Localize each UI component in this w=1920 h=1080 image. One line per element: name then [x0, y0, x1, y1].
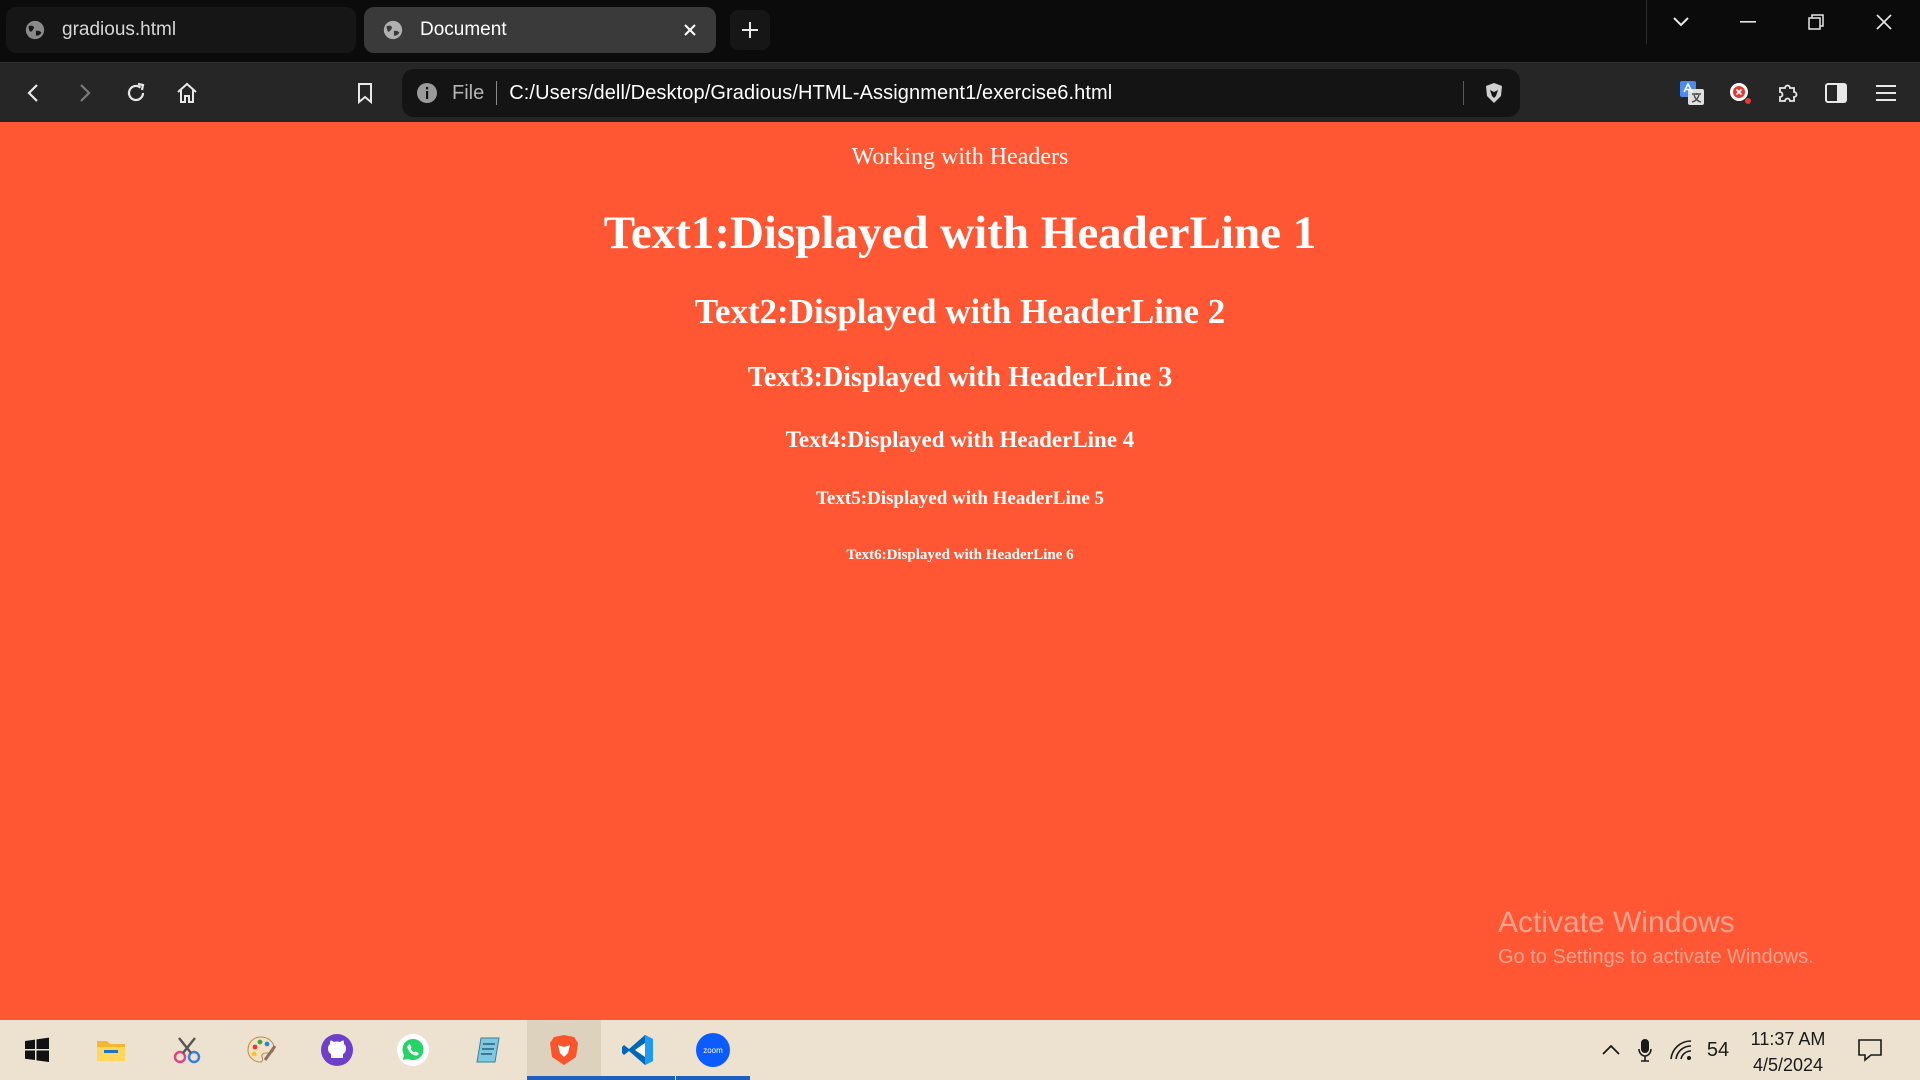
close-icon	[684, 24, 696, 36]
plus-icon	[742, 22, 758, 38]
home-button[interactable]	[169, 75, 205, 111]
extension-button[interactable]	[1722, 75, 1758, 111]
watermark-subtitle: Go to Settings to activate Windows.	[1498, 946, 1814, 968]
brave-lion-icon	[550, 1035, 578, 1065]
puzzle-icon	[1779, 84, 1798, 102]
github-icon	[321, 1034, 353, 1066]
translate-button[interactable]	[1674, 75, 1710, 111]
main-menu-button[interactable]	[1868, 75, 1904, 111]
network-indicator[interactable]	[1664, 1020, 1698, 1080]
minimize-icon	[1740, 21, 1756, 23]
minimize-button[interactable]	[1714, 0, 1782, 44]
heading-3: Text3:Displayed with HeaderLine 3	[747, 362, 1173, 393]
clock-time: 11:37 AM	[1750, 1029, 1826, 1049]
vscode-icon	[622, 1035, 653, 1065]
brave-shields-icon[interactable]	[1482, 81, 1506, 105]
browser-toolbar: File C:/Users/dell/Desktop/Gradious/HTML…	[0, 62, 1920, 122]
hamburger-menu-icon	[1876, 85, 1896, 101]
new-tab-button[interactable]	[730, 10, 770, 50]
heading-2: Text2:Displayed with HeaderLine 2	[694, 292, 1226, 331]
chevron-up-icon	[1602, 1045, 1620, 1055]
show-hidden-icons-button[interactable]	[1596, 1020, 1626, 1080]
taskbar-snipping-tool[interactable]	[150, 1020, 224, 1080]
sidebar-icon	[1825, 83, 1847, 103]
clock[interactable]: 11:37 AM 4/5/2024	[1738, 1026, 1838, 1078]
taskbar: zoom 54 11:37 AM 4/5/2024	[0, 1020, 1920, 1080]
wifi-icon	[1670, 1040, 1692, 1060]
close-icon	[1876, 14, 1892, 30]
microphone-indicator[interactable]	[1630, 1020, 1660, 1080]
home-icon	[177, 82, 197, 103]
folder-icon	[97, 1041, 125, 1061]
tab-search-button[interactable]	[1646, 0, 1714, 44]
restore-button[interactable]	[1782, 0, 1850, 44]
whatsapp-icon	[397, 1034, 429, 1066]
taskbar-paint[interactable]	[224, 1020, 298, 1080]
close-tab-button[interactable]	[678, 18, 702, 42]
url-text[interactable]: C:/Users/dell/Desktop/Gradious/HTML-Assi…	[509, 82, 1112, 105]
record-extension-icon	[1730, 83, 1751, 104]
globe-icon	[383, 20, 403, 40]
close-window-button[interactable]	[1850, 0, 1918, 44]
heading-5: Text5:Displayed with HeaderLine 5	[816, 488, 1104, 509]
heading-6: Text6:Displayed with HeaderLine 6	[846, 547, 1074, 563]
chevron-down-icon	[1672, 17, 1689, 27]
microphone-icon	[1638, 1039, 1652, 1062]
reload-icon	[127, 82, 145, 102]
windows-logo-icon	[25, 1037, 49, 1062]
forward-button[interactable]	[66, 75, 102, 111]
bookmark-icon	[358, 83, 372, 104]
tab-document[interactable]: Document	[364, 7, 716, 53]
watermark-title: Activate Windows	[1498, 906, 1735, 939]
arrow-right-icon	[80, 84, 91, 102]
taskbar-brave-browser[interactable]	[527, 1020, 601, 1080]
arrow-left-icon	[27, 84, 38, 102]
scissors-icon	[173, 1037, 201, 1064]
tab-gradious[interactable]: gradious.html	[6, 7, 356, 53]
globe-icon	[25, 20, 45, 40]
restore-icon	[1808, 14, 1824, 30]
taskbar-vs-code[interactable]	[601, 1020, 675, 1080]
tab-strip: gradious.html Document	[0, 0, 1920, 62]
palette-icon	[247, 1036, 277, 1063]
page-content: Working with Headers Text1:Displayed wit…	[0, 122, 1920, 1020]
notification-center-button[interactable]	[1848, 1020, 1892, 1080]
clock-date: 4/5/2024	[1752, 1055, 1824, 1075]
heading-4: Text4:Displayed with HeaderLine 4	[785, 427, 1135, 452]
notification-icon	[1858, 1039, 1882, 1062]
page-intro-text: Working with Headers	[851, 144, 1069, 170]
scheme-label: File	[452, 81, 485, 104]
zoom-icon: zoom	[696, 1033, 730, 1067]
heading-1: Text1:Displayed with HeaderLine 1	[603, 207, 1317, 259]
address-bar[interactable]: File C:/Users/dell/Desktop/Gradious/HTML…	[402, 69, 1520, 117]
info-icon[interactable]	[416, 82, 438, 104]
sidebar-toggle-button[interactable]	[1818, 75, 1854, 111]
divider	[496, 81, 498, 105]
taskbar-github-desktop[interactable]	[300, 1020, 374, 1080]
notepad-icon	[476, 1037, 500, 1063]
zoom-label: zoom	[703, 1046, 723, 1055]
back-button[interactable]	[16, 75, 52, 111]
tab-title: Document	[420, 19, 507, 40]
divider	[1463, 81, 1464, 105]
battery-indicator[interactable]: 54	[1700, 1020, 1736, 1080]
extensions-menu-button[interactable]	[1770, 75, 1806, 111]
reload-button[interactable]	[118, 75, 154, 111]
taskbar-notepad[interactable]	[452, 1020, 526, 1080]
taskbar-zoom[interactable]: zoom	[676, 1020, 750, 1080]
taskbar-whatsapp[interactable]	[376, 1020, 450, 1080]
tab-title: gradious.html	[62, 19, 177, 40]
taskbar-file-explorer[interactable]	[74, 1020, 148, 1080]
start-button[interactable]	[0, 1020, 74, 1080]
bookmark-button[interactable]	[347, 75, 383, 111]
activate-windows-watermark: Activate Windows Go to Settings to activ…	[1498, 906, 1814, 969]
translate-icon	[1680, 81, 1704, 105]
